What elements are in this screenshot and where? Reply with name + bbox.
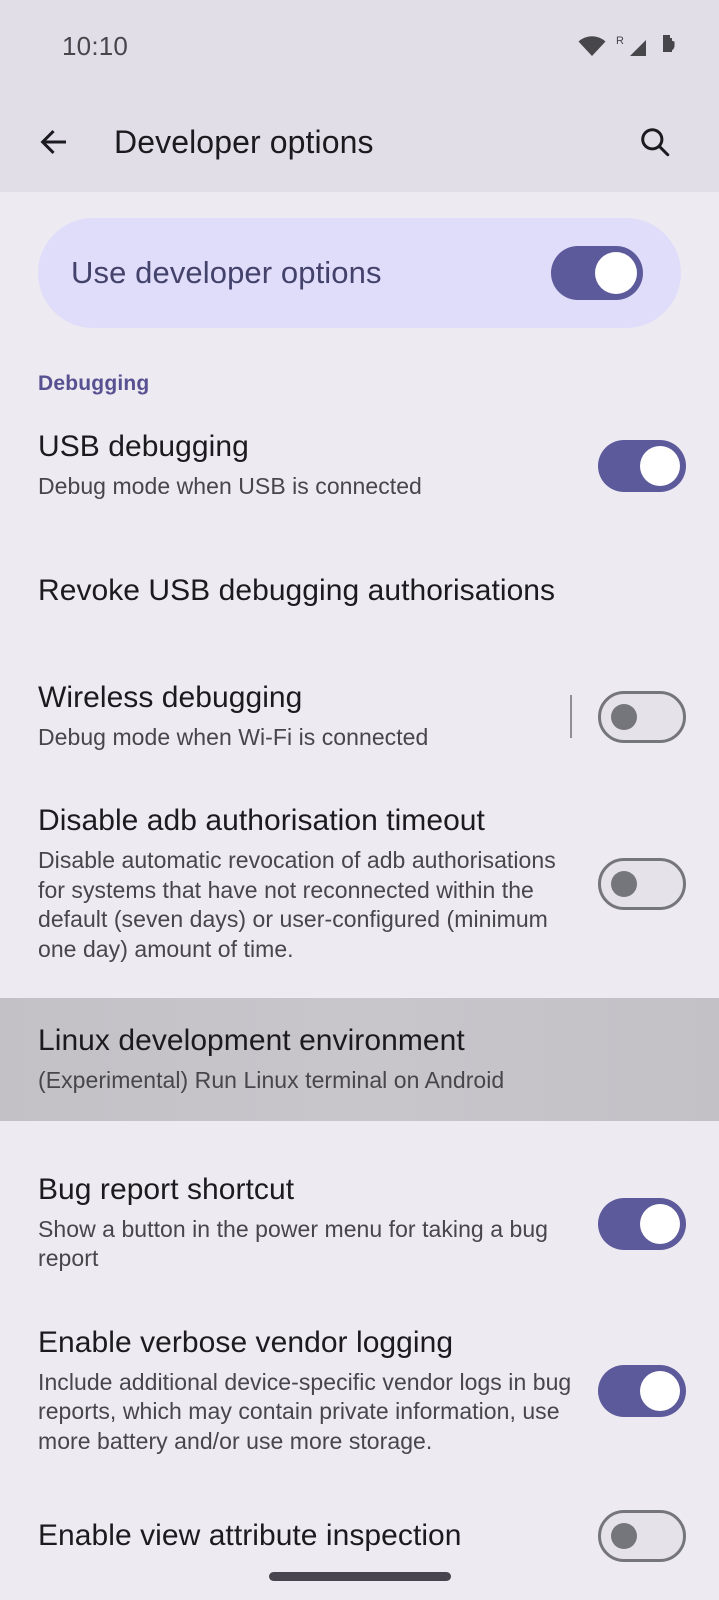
pref-title: Enable verbose vendor logging bbox=[38, 1326, 580, 1361]
spacer bbox=[0, 1456, 719, 1508]
search-icon bbox=[637, 124, 673, 160]
phone-screen: 10:10 R bbox=[0, 0, 719, 1600]
status-bar: 10:10 R bbox=[0, 0, 719, 92]
app-bar: Developer options bbox=[0, 92, 719, 192]
pref-text-block: Linux development environment (Experimen… bbox=[38, 1024, 686, 1095]
pref-title: Wireless debugging bbox=[38, 681, 552, 716]
pref-text-block: Enable view attribute inspection bbox=[38, 1519, 598, 1554]
disable-adb-authorisation-timeout-switch[interactable] bbox=[598, 858, 686, 910]
pref-title: USB debugging bbox=[38, 430, 580, 465]
pref-text-block: Wireless debugging Debug mode when Wi-Fi… bbox=[38, 681, 570, 752]
pref-linux-development-environment[interactable]: Linux development environment (Experimen… bbox=[0, 998, 719, 1121]
page-title: Developer options bbox=[114, 124, 627, 161]
bug-report-shortcut-switch[interactable] bbox=[598, 1198, 686, 1250]
spacer bbox=[0, 501, 719, 563]
navigation-bar bbox=[0, 1552, 719, 1600]
usb-debugging-switch[interactable] bbox=[598, 440, 686, 492]
pref-text-block: Revoke USB debugging authorisations bbox=[38, 574, 686, 609]
row-divider bbox=[570, 695, 572, 738]
pref-text-block: Disable adb authorisation timeout Disabl… bbox=[38, 804, 598, 964]
pref-wireless-debugging[interactable]: Wireless debugging Debug mode when Wi-Fi… bbox=[0, 681, 719, 752]
pref-bug-report-shortcut[interactable]: Bug report shortcut Show a button in the… bbox=[0, 1173, 719, 1274]
pref-summary: Show a button in the power menu for taki… bbox=[38, 1215, 580, 1274]
wifi-icon bbox=[577, 34, 607, 58]
switch-thumb bbox=[640, 1204, 680, 1244]
pref-text-block: Bug report shortcut Show a button in the… bbox=[38, 1173, 598, 1274]
pref-text-block: Enable verbose vendor logging Include ad… bbox=[38, 1326, 598, 1456]
back-button[interactable] bbox=[26, 114, 82, 170]
cellular-signal-roaming-icon: R bbox=[616, 34, 648, 58]
pref-revoke-usb-debugging-authorisations[interactable]: Revoke USB debugging authorisations bbox=[0, 563, 719, 619]
battery-saver-icon bbox=[657, 33, 681, 59]
section-header-debugging: Debugging bbox=[0, 328, 719, 396]
use-developer-options-label: Use developer options bbox=[71, 255, 382, 291]
pref-disable-adb-authorisation-timeout[interactable]: Disable adb authorisation timeout Disabl… bbox=[0, 804, 719, 964]
pref-title: Enable view attribute inspection bbox=[38, 1519, 580, 1554]
pref-enable-verbose-vendor-logging[interactable]: Enable verbose vendor logging Include ad… bbox=[0, 1326, 719, 1456]
pref-title: Disable adb authorisation timeout bbox=[38, 804, 580, 839]
pref-text-block: USB debugging Debug mode when USB is con… bbox=[38, 430, 598, 501]
spacer bbox=[0, 1274, 719, 1326]
pref-summary: (Experimental) Run Linux terminal on And… bbox=[38, 1066, 668, 1095]
roaming-indicator-text: R bbox=[616, 35, 624, 47]
pref-title: Linux development environment bbox=[38, 1024, 668, 1059]
spacer bbox=[0, 619, 719, 681]
pref-summary: Debug mode when Wi-Fi is connected bbox=[38, 723, 552, 752]
use-developer-options-card[interactable]: Use developer options bbox=[38, 218, 681, 328]
spacer bbox=[0, 396, 719, 430]
pref-summary: Debug mode when USB is connected bbox=[38, 472, 580, 501]
home-gesture-pill[interactable] bbox=[269, 1572, 451, 1581]
switch-thumb bbox=[611, 704, 637, 730]
pref-usb-debugging[interactable]: USB debugging Debug mode when USB is con… bbox=[0, 430, 719, 501]
switch-thumb bbox=[611, 871, 637, 897]
status-bar-icons: R bbox=[577, 33, 681, 59]
spacer bbox=[0, 1121, 719, 1173]
use-developer-options-switch[interactable] bbox=[551, 246, 643, 300]
status-bar-clock: 10:10 bbox=[62, 31, 128, 62]
pref-summary: Disable automatic revocation of adb auth… bbox=[38, 846, 580, 964]
search-button[interactable] bbox=[627, 114, 683, 170]
pref-title: Revoke USB debugging authorisations bbox=[38, 574, 668, 609]
spacer bbox=[0, 752, 719, 804]
switch-thumb bbox=[595, 252, 637, 294]
pref-summary: Include additional device-specific vendo… bbox=[38, 1368, 580, 1456]
switch-thumb bbox=[640, 1371, 680, 1411]
settings-list[interactable]: Use developer options Debugging USB debu… bbox=[0, 192, 719, 1600]
switch-thumb bbox=[611, 1523, 637, 1549]
wireless-debugging-switch[interactable] bbox=[598, 691, 686, 743]
spacer bbox=[0, 964, 719, 998]
back-arrow-icon bbox=[36, 124, 72, 160]
enable-verbose-vendor-logging-switch[interactable] bbox=[598, 1365, 686, 1417]
pref-title: Bug report shortcut bbox=[38, 1173, 580, 1208]
switch-thumb bbox=[640, 446, 680, 486]
